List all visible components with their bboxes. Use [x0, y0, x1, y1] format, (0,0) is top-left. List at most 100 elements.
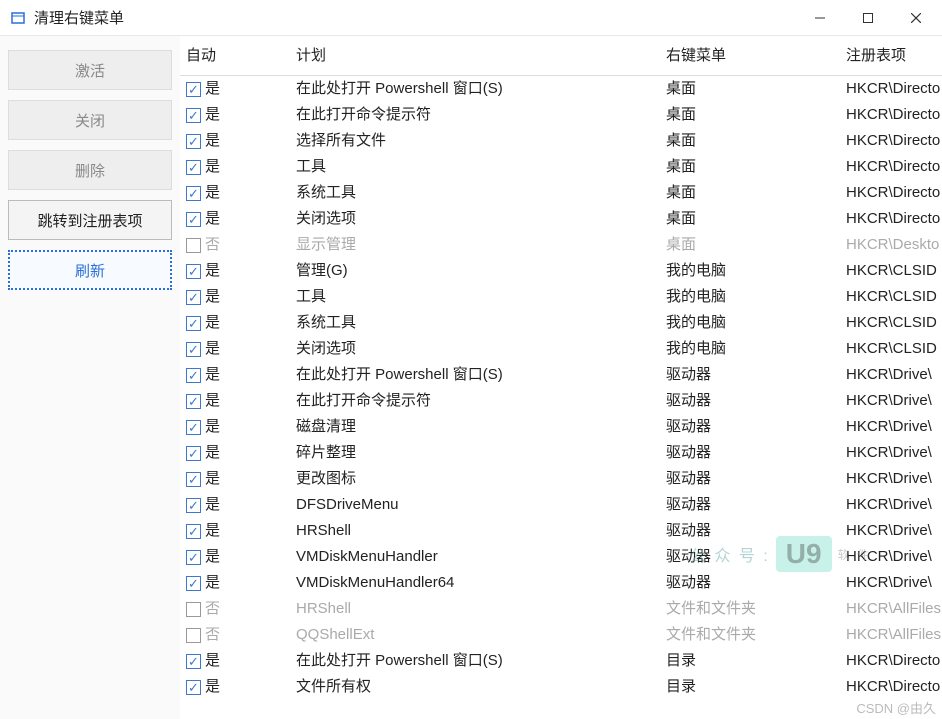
- table-row[interactable]: ✓是文件所有权目录HKCR\Directo: [180, 674, 942, 700]
- checkbox[interactable]: ✓: [186, 420, 201, 435]
- cell-menu: 驱动器: [660, 492, 840, 518]
- auto-label: 是: [205, 286, 220, 308]
- table-row[interactable]: ✓是关闭选项桌面HKCR\Directo: [180, 206, 942, 232]
- checkbox[interactable]: ✓: [186, 342, 201, 357]
- table-row[interactable]: ✓是在此处打开 Powershell 窗口(S)桌面HKCR\Directo: [180, 76, 942, 103]
- table-row[interactable]: ✓是VMDiskMenuHandler驱动器HKCR\Drive\: [180, 544, 942, 570]
- sidebar-button-4[interactable]: 刷新: [8, 250, 172, 290]
- sidebar-button-3[interactable]: 跳转到注册表项: [8, 200, 172, 240]
- checkbox[interactable]: ✓: [186, 186, 201, 201]
- auto-label: 是: [205, 208, 220, 230]
- cell-menu: 驱动器: [660, 570, 840, 596]
- checkbox[interactable]: [186, 238, 201, 253]
- auto-label: 否: [205, 624, 220, 646]
- cell-menu: 驱动器: [660, 440, 840, 466]
- cell-auto: ✓是: [180, 180, 290, 206]
- cell-auto: ✓是: [180, 674, 290, 700]
- table-row[interactable]: 否HRShell文件和文件夹HKCR\AllFiles: [180, 596, 942, 622]
- header-reg[interactable]: 注册表项: [840, 36, 942, 76]
- checkbox[interactable]: ✓: [186, 472, 201, 487]
- cell-plan: 系统工具: [290, 180, 660, 206]
- cell-auto: ✓是: [180, 648, 290, 674]
- table-row[interactable]: ✓是在此打开命令提示符驱动器HKCR\Drive\: [180, 388, 942, 414]
- main-panel: 自动 计划 右键菜单 注册表项 ✓是在此处打开 Powershell 窗口(S)…: [180, 36, 942, 719]
- auto-label: 是: [205, 156, 220, 178]
- table-row[interactable]: ✓是VMDiskMenuHandler64驱动器HKCR\Drive\: [180, 570, 942, 596]
- cell-plan: 在此打开命令提示符: [290, 102, 660, 128]
- auto-label: 否: [205, 234, 220, 256]
- close-button[interactable]: [892, 0, 940, 36]
- cell-plan: 在此处打开 Powershell 窗口(S): [290, 362, 660, 388]
- table-row[interactable]: 否QQShellExt文件和文件夹HKCR\AllFiles: [180, 622, 942, 648]
- table-row[interactable]: ✓是关闭选项我的电脑HKCR\CLSID: [180, 336, 942, 362]
- minimize-button[interactable]: [796, 0, 844, 36]
- table-row[interactable]: ✓是DFSDriveMenu驱动器HKCR\Drive\: [180, 492, 942, 518]
- table-row[interactable]: ✓是系统工具我的电脑HKCR\CLSID: [180, 310, 942, 336]
- checkbox[interactable]: ✓: [186, 576, 201, 591]
- table-row[interactable]: 否显示管理桌面HKCR\Deskto: [180, 232, 942, 258]
- cell-menu: 驱动器: [660, 544, 840, 570]
- checkbox[interactable]: ✓: [186, 316, 201, 331]
- checkbox[interactable]: ✓: [186, 446, 201, 461]
- cell-auto: ✓是: [180, 76, 290, 102]
- cell-menu: 驱动器: [660, 518, 840, 544]
- table-row[interactable]: ✓是在此处打开 Powershell 窗口(S)驱动器HKCR\Drive\: [180, 362, 942, 388]
- cell-auto: ✓是: [180, 102, 290, 128]
- table-row[interactable]: ✓是在此打开命令提示符桌面HKCR\Directo: [180, 102, 942, 128]
- sidebar-button-0[interactable]: 激活: [8, 50, 172, 90]
- sidebar-button-2[interactable]: 删除: [8, 150, 172, 190]
- window-title: 清理右键菜单: [34, 7, 124, 28]
- checkbox[interactable]: ✓: [186, 394, 201, 409]
- checkbox[interactable]: ✓: [186, 108, 201, 123]
- checkbox[interactable]: ✓: [186, 264, 201, 279]
- table-row[interactable]: ✓是更改图标驱动器HKCR\Drive\: [180, 466, 942, 492]
- table-row[interactable]: ✓是碎片整理驱动器HKCR\Drive\: [180, 440, 942, 466]
- checkbox[interactable]: [186, 628, 201, 643]
- checkbox[interactable]: ✓: [186, 160, 201, 175]
- cell-auto: ✓是: [180, 154, 290, 180]
- header-menu[interactable]: 右键菜单: [660, 36, 840, 76]
- checkbox[interactable]: ✓: [186, 654, 201, 669]
- checkbox[interactable]: ✓: [186, 550, 201, 565]
- cell-auto: ✓是: [180, 440, 290, 466]
- cell-auto: ✓是: [180, 310, 290, 336]
- cell-reg: HKCR\Directo: [840, 102, 942, 128]
- header-auto[interactable]: 自动: [180, 36, 290, 76]
- cell-menu: 我的电脑: [660, 336, 840, 362]
- checkbox[interactable]: ✓: [186, 524, 201, 539]
- table-row[interactable]: ✓是工具我的电脑HKCR\CLSID: [180, 284, 942, 310]
- sidebar-button-1[interactable]: 关闭: [8, 100, 172, 140]
- checkbox[interactable]: ✓: [186, 290, 201, 305]
- cell-reg: HKCR\Drive\: [840, 570, 942, 596]
- header-plan[interactable]: 计划: [290, 36, 660, 76]
- checkbox[interactable]: [186, 602, 201, 617]
- maximize-button[interactable]: [844, 0, 892, 36]
- cell-reg: HKCR\Drive\: [840, 544, 942, 570]
- cell-auto: 否: [180, 622, 290, 648]
- table-row[interactable]: ✓是磁盘清理驱动器HKCR\Drive\: [180, 414, 942, 440]
- auto-label: 是: [205, 390, 220, 412]
- table-row[interactable]: ✓是工具桌面HKCR\Directo: [180, 154, 942, 180]
- table-row[interactable]: ✓是在此处打开 Powershell 窗口(S)目录HKCR\Directo: [180, 648, 942, 674]
- cell-menu: 桌面: [660, 206, 840, 232]
- cell-menu: 驱动器: [660, 362, 840, 388]
- table-row[interactable]: ✓是HRShell驱动器HKCR\Drive\: [180, 518, 942, 544]
- cell-plan: 工具: [290, 284, 660, 310]
- table-row[interactable]: ✓是系统工具桌面HKCR\Directo: [180, 180, 942, 206]
- checkbox[interactable]: ✓: [186, 368, 201, 383]
- auto-label: 是: [205, 468, 220, 490]
- cell-auto: 否: [180, 596, 290, 622]
- auto-label: 是: [205, 182, 220, 204]
- cell-plan: 碎片整理: [290, 440, 660, 466]
- checkbox[interactable]: ✓: [186, 82, 201, 97]
- table-row[interactable]: ✓是管理(G)我的电脑HKCR\CLSID: [180, 258, 942, 284]
- cell-reg: HKCR\AllFiles: [840, 622, 942, 648]
- checkbox[interactable]: ✓: [186, 680, 201, 695]
- checkbox[interactable]: ✓: [186, 134, 201, 149]
- table-scroll[interactable]: 自动 计划 右键菜单 注册表项 ✓是在此处打开 Powershell 窗口(S)…: [180, 36, 942, 719]
- checkbox[interactable]: ✓: [186, 498, 201, 513]
- cell-reg: HKCR\CLSID: [840, 310, 942, 336]
- cell-plan: 工具: [290, 154, 660, 180]
- checkbox[interactable]: ✓: [186, 212, 201, 227]
- table-row[interactable]: ✓是选择所有文件桌面HKCR\Directo: [180, 128, 942, 154]
